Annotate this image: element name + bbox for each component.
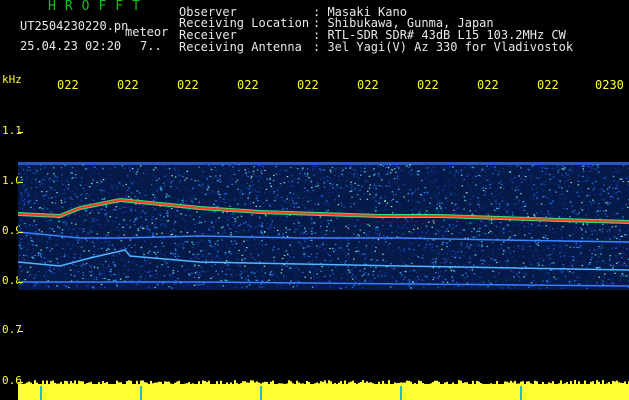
marker-tick <box>260 386 262 400</box>
frequency-tick-mark <box>18 382 23 383</box>
capture-datetime: 25.04.23 02:20 <box>20 39 122 53</box>
marker-tick <box>400 386 402 400</box>
band-top-edge <box>18 162 629 165</box>
marker-tick <box>140 386 142 400</box>
antenna-value: : 3el Yagi(V) Az 330 for Vladivostok <box>313 40 574 54</box>
marker-tick <box>520 386 522 400</box>
frequency-tick-mark <box>18 331 23 332</box>
frequency-tick-mark <box>18 282 23 283</box>
frequency-tick-mark <box>18 232 23 233</box>
frequency-tick-mark <box>18 182 23 183</box>
event-counter: 7.. <box>140 39 162 53</box>
noise-band <box>18 162 629 290</box>
antenna-label: Receiving Antenna <box>179 40 302 54</box>
marker-tick <box>40 386 42 400</box>
app-brand: HROFFT <box>48 0 149 14</box>
spectrogram <box>17 132 629 400</box>
frequency-tick-mark <box>18 132 23 133</box>
frequency-unit-label: kHz <box>2 73 22 86</box>
meteor-tag: meteor <box>125 25 169 39</box>
file-name: UT2504230220.pn <box>20 19 129 33</box>
